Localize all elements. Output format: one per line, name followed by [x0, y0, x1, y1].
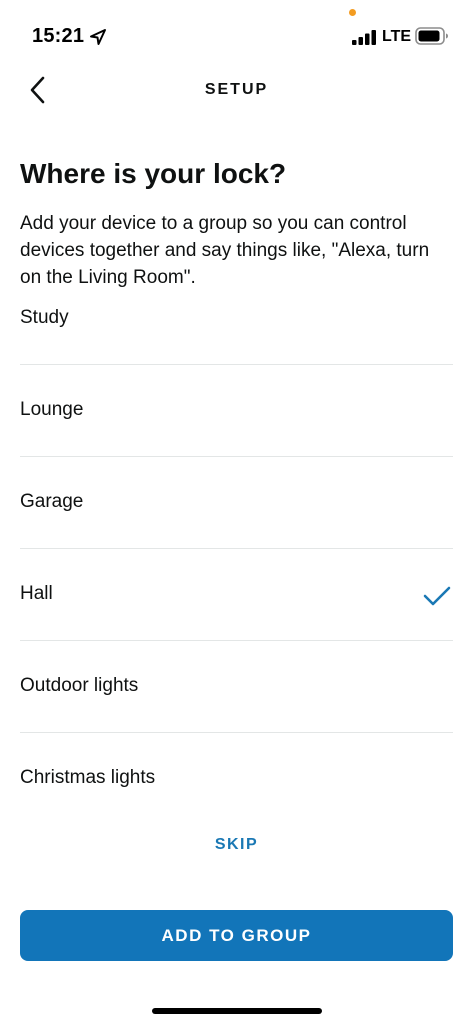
room-label: Outdoor lights: [20, 675, 139, 696]
room-label: Christmas lights: [20, 767, 156, 788]
room-option-garage[interactable]: Garage: [20, 457, 453, 549]
setup-screen: 15:21 LTE SETUP Where is your lock? Add …: [0, 0, 473, 1024]
page-title: Where is your lock?: [20, 158, 287, 189]
room-option-lounge[interactable]: Lounge: [20, 365, 453, 457]
room-option-outdoor-lights[interactable]: Outdoor lights: [20, 641, 453, 733]
room-label: Garage: [20, 491, 84, 512]
room-option-study[interactable]: Study: [20, 273, 453, 365]
network-type-label: LTE: [382, 28, 412, 45]
add-to-group-button[interactable]: ADD TO GROUP: [20, 910, 453, 961]
header-title: SETUP: [204, 81, 269, 98]
privacy-indicator-dot: [349, 9, 356, 16]
location-arrow-icon: [90, 29, 106, 45]
room-label: Hall: [20, 583, 53, 604]
room-label: Study: [20, 307, 69, 328]
home-indicator: [152, 1008, 322, 1014]
top-navigation-bar: SETUP: [0, 62, 473, 120]
checkmark-icon: [423, 586, 451, 606]
skip-button[interactable]: SKIP: [0, 836, 473, 854]
battery-icon: [415, 27, 448, 45]
room-list: Study Lounge Garage Hall Outdoor lights …: [20, 273, 453, 824]
signal-bars-icon: [352, 30, 376, 45]
room-option-hall[interactable]: Hall: [20, 549, 453, 641]
room-option-christmas-lights[interactable]: Christmas lights: [20, 733, 453, 824]
status-time: 15:21: [32, 25, 85, 47]
status-bar: 15:21 LTE: [0, 0, 473, 60]
room-label: Lounge: [20, 399, 84, 420]
